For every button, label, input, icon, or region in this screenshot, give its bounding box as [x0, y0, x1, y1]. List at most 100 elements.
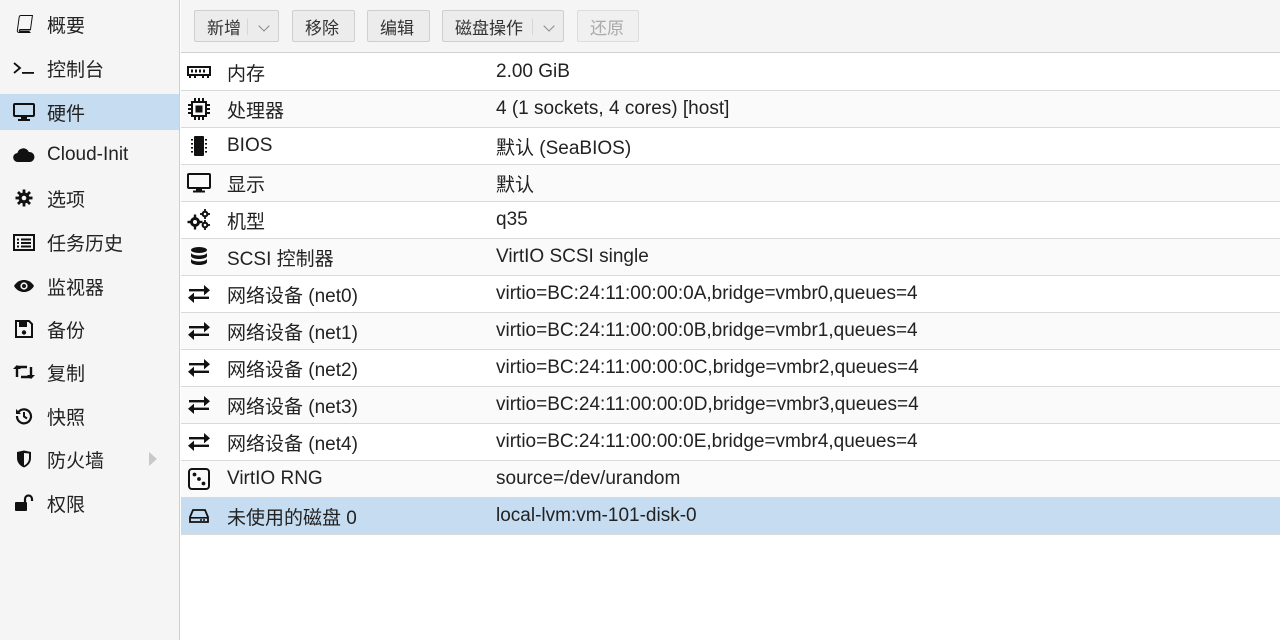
- sidebar-item-options[interactable]: 选项: [0, 180, 179, 216]
- row-name: 网络设备 (net4): [227, 433, 358, 455]
- disk-action-button[interactable]: 磁盘操作: [442, 10, 564, 42]
- split-divider: [532, 19, 533, 35]
- row-value: virtio=BC:24:11:00:00:0D,bridge=vmbr3,qu…: [496, 394, 919, 415]
- exchange-icon: [187, 356, 211, 380]
- row-value: local-lvm:vm-101-disk-0: [496, 505, 697, 526]
- table-row[interactable]: SCSI 控制器 VirtIO SCSI single: [181, 239, 1280, 276]
- exchange-icon: [187, 430, 211, 454]
- sidebar-item-hardware[interactable]: 硬件: [0, 94, 179, 130]
- sidebar-item-snapshots[interactable]: 快照: [0, 398, 179, 434]
- list-icon: [12, 232, 36, 252]
- microchip-icon: [187, 134, 211, 158]
- cloud-icon: [12, 145, 36, 165]
- sidebar-item-label: 备份: [47, 320, 86, 342]
- sidebar-item-monitor[interactable]: 监视器: [0, 268, 179, 304]
- table-row[interactable]: 网络设备 (net2) virtio=BC:24:11:00:00:0C,bri…: [181, 350, 1280, 387]
- sidebar-item-label: 任务历史: [47, 233, 124, 255]
- sidebar-item-firewall[interactable]: 防火墙: [0, 441, 179, 477]
- table-row[interactable]: BIOS 默认 (SeaBIOS): [181, 128, 1280, 165]
- row-name: 网络设备 (net3): [227, 396, 358, 418]
- sidebar-item-label: 硬件: [47, 103, 86, 125]
- vm-nav-sidebar: 概要 控制台 硬件 Cloud-Init 选项 任务历史 监视器 备份 复制 快…: [0, 0, 180, 640]
- exchange-icon: [187, 282, 211, 306]
- expand-arrow-icon[interactable]: [149, 452, 157, 466]
- table-row[interactable]: 网络设备 (net0) virtio=BC:24:11:00:00:0A,bri…: [181, 276, 1280, 313]
- exchange-icon: [187, 319, 211, 343]
- row-value: q35: [496, 209, 528, 230]
- table-row[interactable]: 内存 2.00 GiB: [181, 54, 1280, 91]
- row-value: 2.00 GiB: [496, 61, 570, 82]
- sidebar-item-label: 概要: [47, 15, 86, 37]
- book-icon: [12, 14, 36, 34]
- table-row[interactable]: 机型 q35: [181, 202, 1280, 239]
- add-button[interactable]: 新增: [194, 10, 279, 42]
- hardware-toolbar: 新增 移除 编辑 磁盘操作 还原: [181, 0, 1280, 53]
- sidebar-item-replication[interactable]: 复制: [0, 354, 179, 390]
- split-divider: [247, 19, 248, 35]
- monitor-icon: [187, 171, 211, 195]
- revert-button[interactable]: 还原: [577, 10, 639, 42]
- row-name: 网络设备 (net2): [227, 359, 358, 381]
- cogs-icon: [187, 208, 211, 232]
- hdd-icon: [187, 504, 211, 528]
- table-row[interactable]: 网络设备 (net3) virtio=BC:24:11:00:00:0D,bri…: [181, 387, 1280, 424]
- sidebar-item-label: Cloud-Init: [47, 144, 129, 165]
- terminal-icon: [12, 58, 36, 78]
- shield-icon: [12, 449, 36, 469]
- remove-button-label: 移除: [305, 18, 339, 38]
- row-value: virtio=BC:24:11:00:00:0B,bridge=vmbr1,qu…: [496, 320, 918, 341]
- row-value: 默认: [496, 174, 535, 196]
- row-value: 默认 (SeaBIOS): [496, 137, 632, 159]
- sidebar-item-label: 控制台: [47, 59, 105, 81]
- table-row[interactable]: 显示 默认: [181, 165, 1280, 202]
- exchange-icon: [187, 393, 211, 417]
- table-row[interactable]: VirtIO RNG source=/dev/urandom: [181, 461, 1280, 498]
- sidebar-item-summary[interactable]: 概要: [0, 6, 179, 42]
- row-value: VirtIO SCSI single: [496, 246, 649, 267]
- row-name: VirtIO RNG: [227, 468, 323, 489]
- add-button-label: 新增: [207, 18, 241, 38]
- row-name: 未使用的磁盘 0: [227, 507, 357, 529]
- disk-action-button-label: 磁盘操作: [455, 18, 523, 38]
- retweet-icon: [12, 362, 36, 382]
- sidebar-item-label: 权限: [47, 494, 86, 516]
- cpu-icon: [187, 97, 211, 121]
- row-name: SCSI 控制器: [227, 248, 334, 270]
- row-value: virtio=BC:24:11:00:00:0E,bridge=vmbr4,qu…: [496, 431, 918, 452]
- database-icon: [187, 245, 211, 269]
- row-name: 机型: [227, 211, 266, 233]
- table-row[interactable]: 网络设备 (net1) virtio=BC:24:11:00:00:0B,bri…: [181, 313, 1280, 350]
- sidebar-item-task-history[interactable]: 任务历史: [0, 224, 179, 260]
- sidebar-item-label: 防火墙: [47, 450, 105, 472]
- sidebar-item-permissions[interactable]: 权限: [0, 485, 179, 521]
- sidebar-item-label: 选项: [47, 189, 86, 211]
- table-row[interactable]: 处理器 4 (1 sockets, 4 cores) [host]: [181, 91, 1280, 128]
- sidebar-item-label: 监视器: [47, 277, 105, 299]
- table-row[interactable]: 网络设备 (net4) virtio=BC:24:11:00:00:0E,bri…: [181, 424, 1280, 461]
- unlock-icon: [12, 493, 36, 513]
- floppy-icon: [12, 319, 36, 339]
- revert-button-label: 还原: [590, 18, 624, 38]
- row-name: 显示: [227, 174, 266, 196]
- gear-icon: [12, 188, 36, 208]
- row-name: 内存: [227, 63, 266, 85]
- history-icon: [12, 406, 36, 426]
- remove-button[interactable]: 移除: [292, 10, 355, 42]
- memory-icon: [187, 60, 211, 84]
- edit-button[interactable]: 编辑: [367, 10, 430, 42]
- dice-icon: [187, 467, 211, 491]
- chevron-down-icon: [543, 20, 555, 32]
- row-name: 网络设备 (net0): [227, 285, 358, 307]
- sidebar-item-backup[interactable]: 备份: [0, 311, 179, 347]
- table-row[interactable]: 未使用的磁盘 0 local-lvm:vm-101-disk-0: [181, 498, 1280, 535]
- desktop-icon: [12, 102, 36, 122]
- sidebar-item-console[interactable]: 控制台: [0, 50, 179, 86]
- row-value: virtio=BC:24:11:00:00:0C,bridge=vmbr2,qu…: [496, 357, 919, 378]
- sidebar-item-cloud-init[interactable]: Cloud-Init: [0, 137, 179, 173]
- row-name: 处理器: [227, 100, 285, 122]
- row-value: virtio=BC:24:11:00:00:0A,bridge=vmbr0,qu…: [496, 283, 918, 304]
- chevron-down-icon: [258, 20, 270, 32]
- hardware-view: 概要 控制台 硬件 Cloud-Init 选项 任务历史 监视器 备份 复制 快…: [0, 0, 1280, 640]
- sidebar-item-label: 快照: [47, 407, 86, 429]
- edit-button-label: 编辑: [380, 18, 414, 38]
